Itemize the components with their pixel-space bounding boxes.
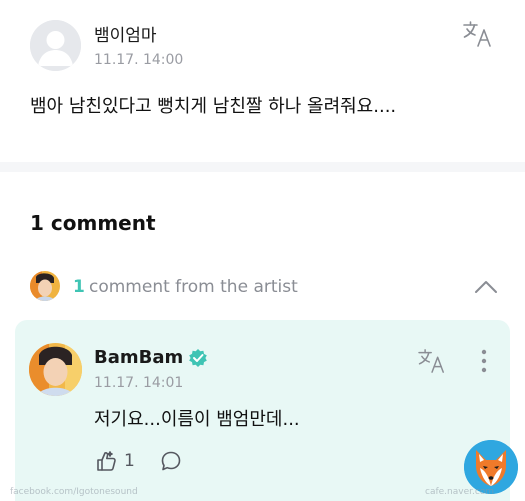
like-count: 1 [124,451,135,471]
artist-comment-count: 1 [73,277,85,297]
watermark-text-right: cafe.naver.com [425,487,495,497]
artist-comment-timestamp: 11.17. 14:01 [94,375,184,391]
reply-button[interactable] [159,449,183,473]
user-avatar[interactable] [30,20,81,71]
verified-badge-icon [189,348,208,367]
section-divider [0,162,525,172]
comment-count-heading: 1 comment [30,211,156,235]
artist-photo-icon [29,343,82,396]
chevron-up-icon [475,281,497,293]
collapse-button[interactable] [470,274,502,300]
artist-photo-icon [30,271,60,301]
translate-button[interactable] [415,346,451,376]
more-options-button[interactable] [473,346,495,376]
fox-icon [464,440,518,494]
more-vertical-icon [481,349,487,373]
fox-logo-watermark [464,440,518,494]
artist-comment-card: BamBam 11.17. 14:01 저기요...이름이 뱀엄만데... 1 [15,320,510,501]
fan-post: 뱀이엄마 11.17. 14:00 뱀아 남친있다고 뻥치게 남친짤 하나 올려… [0,0,525,162]
default-avatar-icon [30,20,81,71]
translate-icon [418,349,444,373]
post-body-text: 뱀아 남친있다고 뻥치게 남친짤 하나 올려줘요.... [30,96,397,117]
watermark-text-left: facebook.com/Igotonesound [10,487,138,497]
artist-name-row: BamBam [94,347,208,368]
artist-name[interactable]: BamBam [94,347,183,368]
artist-avatar[interactable] [29,343,82,396]
artist-comments-toggle[interactable]: 1 comment from the artist [0,266,525,310]
post-timestamp: 11.17. 14:00 [94,52,184,68]
reply-bubble-icon [161,451,181,471]
like-icon [97,451,116,471]
artist-comment-body: 저기요...이름이 뱀엄만데... [94,409,300,430]
post-author-name[interactable]: 뱀이엄마 [94,21,157,46]
translate-icon [463,21,491,47]
comment-actions: 1 [94,449,183,473]
like-button[interactable]: 1 [94,449,135,473]
translate-button[interactable] [461,19,497,49]
artist-mini-avatar [30,271,60,301]
artist-comment-label: comment from the artist [89,277,298,297]
